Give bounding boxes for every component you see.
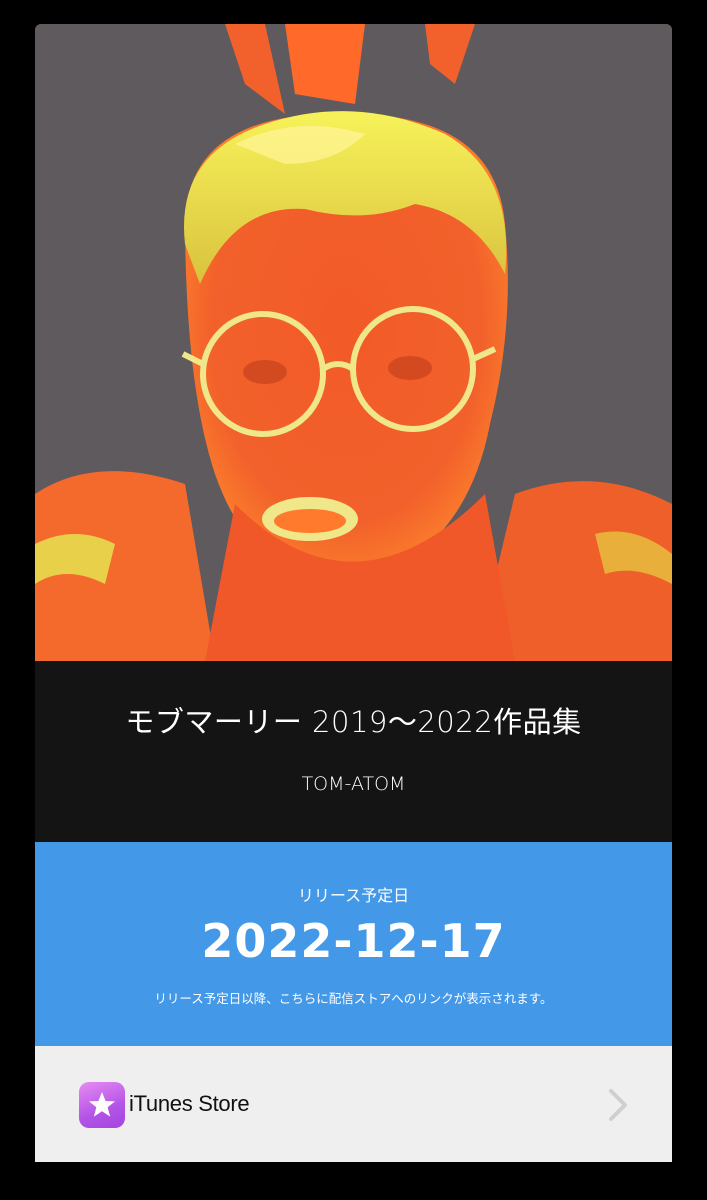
star-icon: [79, 1082, 125, 1128]
release-note: リリース予定日以降、こちらに配信ストアへのリンクが表示されます。: [154, 991, 553, 1006]
album-info: モブマーリー 2019〜2022作品集 TOM-ATOM: [35, 661, 672, 842]
album-cover: [35, 24, 672, 661]
release-date-value: 2022-12-17: [201, 914, 506, 968]
artist-name: TOM-ATOM: [301, 773, 406, 795]
release-date-panel: リリース予定日 2022-12-17 リリース予定日以降、こちらに配信ストアへの…: [35, 842, 672, 1046]
album-title: モブマーリー 2019〜2022作品集: [125, 705, 582, 739]
release-date-label: リリース予定日: [297, 886, 410, 905]
chevron-right-icon: [607, 1088, 629, 1126]
itunes-store-link[interactable]: iTunes Store: [35, 1046, 672, 1162]
release-card: モブマーリー 2019〜2022作品集 TOM-ATOM リリース予定日 202…: [35, 24, 672, 1162]
store-name: iTunes Store: [129, 1091, 250, 1116]
album-cover-art: [35, 24, 672, 661]
